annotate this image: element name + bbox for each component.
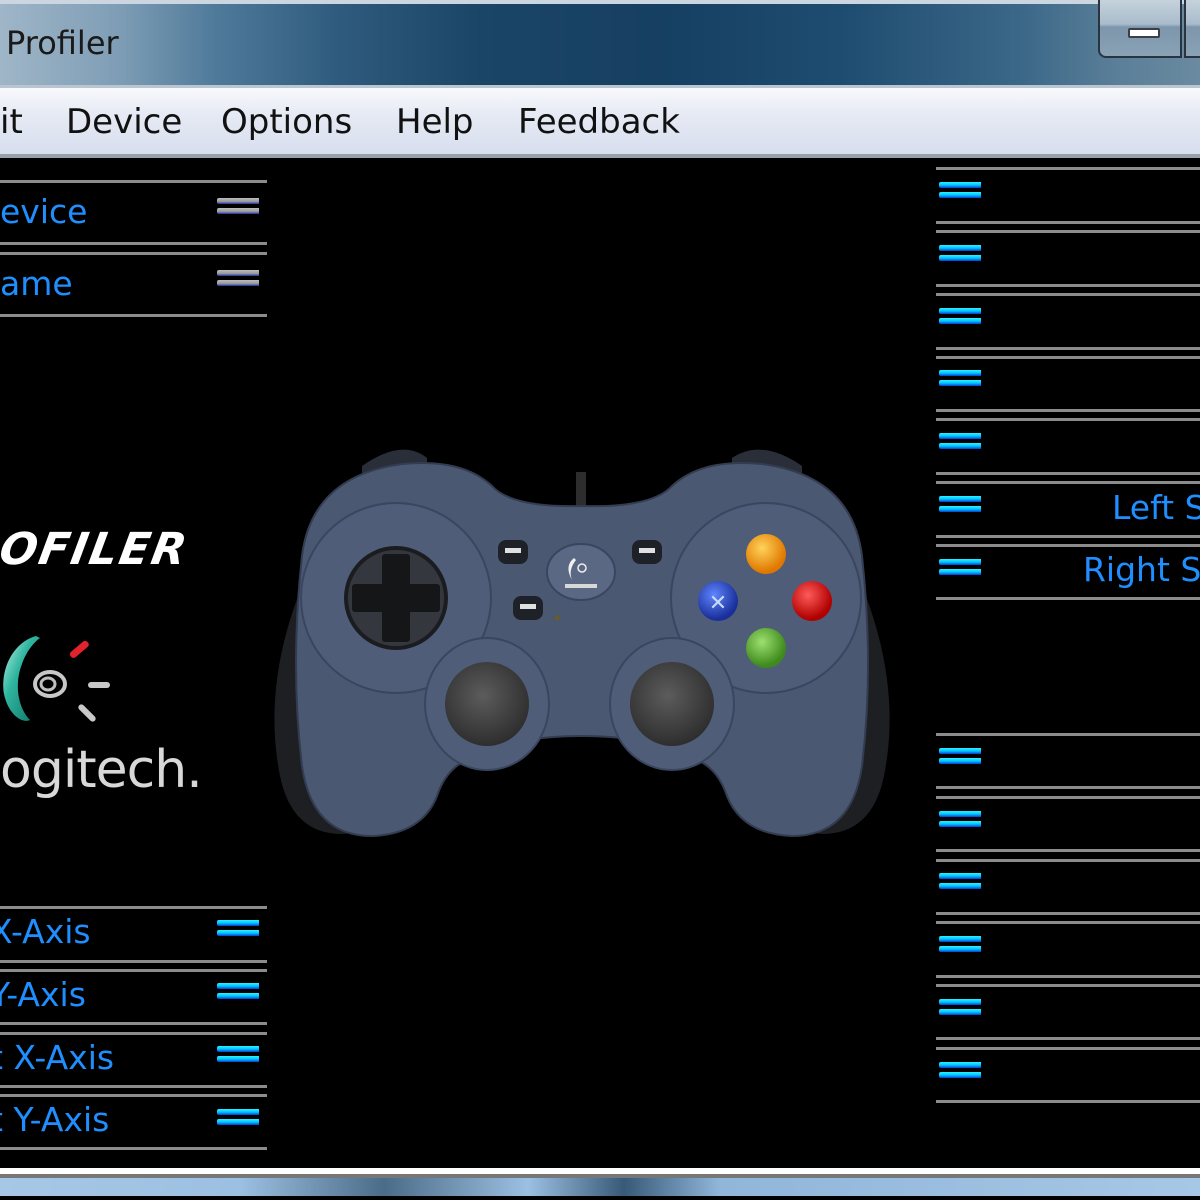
menu-lines-icon[interactable] bbox=[939, 245, 981, 265]
row-label: evice bbox=[0, 192, 88, 231]
menu-lines-icon[interactable] bbox=[939, 873, 981, 893]
menu-lines-icon[interactable] bbox=[939, 811, 981, 831]
row-label: Y-Axis bbox=[0, 975, 86, 1014]
divider bbox=[936, 733, 1200, 736]
divider bbox=[936, 597, 1200, 600]
title-bar: Profiler bbox=[0, 0, 1200, 88]
divider bbox=[936, 786, 1200, 789]
divider bbox=[0, 960, 267, 963]
divider bbox=[936, 472, 1200, 475]
menu-lines-icon[interactable] bbox=[939, 1062, 981, 1082]
divider bbox=[936, 921, 1200, 924]
menu-lines-icon[interactable] bbox=[217, 198, 259, 218]
menu-lines-icon[interactable] bbox=[217, 1046, 259, 1066]
row-label: Right S bbox=[1083, 550, 1200, 589]
divider bbox=[0, 906, 267, 909]
menu-device[interactable]: Device bbox=[66, 102, 182, 142]
row-label: Left S bbox=[1112, 488, 1200, 527]
divider bbox=[0, 242, 267, 245]
menu-lines-icon[interactable] bbox=[217, 920, 259, 940]
divider bbox=[0, 1094, 267, 1097]
divider bbox=[936, 221, 1200, 224]
menu-lines-icon[interactable] bbox=[939, 559, 981, 579]
minimize-icon bbox=[1128, 28, 1160, 38]
divider bbox=[936, 975, 1200, 978]
row-label: ame bbox=[0, 264, 73, 303]
right-stick bbox=[630, 662, 714, 746]
button-b bbox=[792, 581, 832, 621]
menu-edit[interactable]: it bbox=[0, 102, 23, 142]
divider bbox=[0, 1032, 267, 1035]
divider bbox=[936, 347, 1200, 350]
divider bbox=[936, 409, 1200, 412]
divider bbox=[0, 1147, 267, 1150]
window-title: Profiler bbox=[6, 24, 119, 62]
divider bbox=[936, 544, 1200, 547]
divider bbox=[936, 418, 1200, 421]
menu-lines-icon[interactable] bbox=[217, 1109, 259, 1129]
divider bbox=[0, 252, 267, 255]
divider bbox=[936, 1037, 1200, 1040]
divider bbox=[936, 230, 1200, 233]
gamepad-image[interactable]: ✕ bbox=[262, 436, 902, 846]
menu-lines-icon[interactable] bbox=[939, 308, 981, 328]
menu-bar: it Device Options Help Feedback bbox=[0, 88, 1200, 158]
window-bottom-frame bbox=[0, 1168, 1200, 1200]
divider bbox=[0, 1022, 267, 1025]
divider bbox=[936, 1100, 1200, 1103]
divider bbox=[936, 796, 1200, 799]
divider bbox=[936, 293, 1200, 296]
menu-lines-icon[interactable] bbox=[939, 999, 981, 1019]
minimize-button[interactable] bbox=[1098, 0, 1182, 58]
button-a bbox=[746, 628, 786, 668]
maximize-button[interactable] bbox=[1184, 0, 1200, 58]
cable bbox=[576, 472, 586, 506]
divider bbox=[936, 535, 1200, 538]
divider bbox=[0, 1085, 267, 1088]
mode-led bbox=[554, 615, 560, 621]
divider bbox=[0, 180, 267, 183]
menu-lines-icon[interactable] bbox=[939, 936, 981, 956]
row-label: t Y-Axis bbox=[0, 1100, 110, 1139]
menu-help[interactable]: Help bbox=[396, 102, 474, 142]
row-label: t X-Axis bbox=[0, 1038, 115, 1077]
divider bbox=[936, 859, 1200, 862]
menu-lines-icon[interactable] bbox=[939, 433, 981, 453]
logitech-logo-icon bbox=[3, 636, 110, 722]
menu-lines-icon[interactable] bbox=[939, 748, 981, 768]
menu-feedback[interactable]: Feedback bbox=[518, 102, 680, 142]
divider bbox=[936, 984, 1200, 987]
menu-lines-icon[interactable] bbox=[217, 983, 259, 1003]
menu-lines-icon[interactable] bbox=[939, 496, 981, 516]
menu-lines-icon[interactable] bbox=[939, 370, 981, 390]
menu-lines-icon[interactable] bbox=[217, 270, 259, 290]
left-stick bbox=[445, 662, 529, 746]
divider bbox=[0, 969, 267, 972]
divider bbox=[936, 849, 1200, 852]
menu-lines-icon[interactable] bbox=[939, 182, 981, 202]
row-label: X-Axis bbox=[0, 912, 91, 951]
menu-options[interactable]: Options bbox=[221, 102, 352, 142]
divider bbox=[936, 167, 1200, 170]
divider bbox=[0, 314, 267, 317]
logitech-wordmark: ogitech. bbox=[0, 740, 203, 800]
divider bbox=[936, 1047, 1200, 1050]
divider bbox=[936, 356, 1200, 359]
profiler-logo-text: OFILER bbox=[0, 524, 193, 575]
svg-text:✕: ✕ bbox=[709, 591, 727, 616]
divider bbox=[936, 284, 1200, 287]
divider bbox=[936, 481, 1200, 484]
divider bbox=[936, 912, 1200, 915]
button-y bbox=[746, 534, 786, 574]
